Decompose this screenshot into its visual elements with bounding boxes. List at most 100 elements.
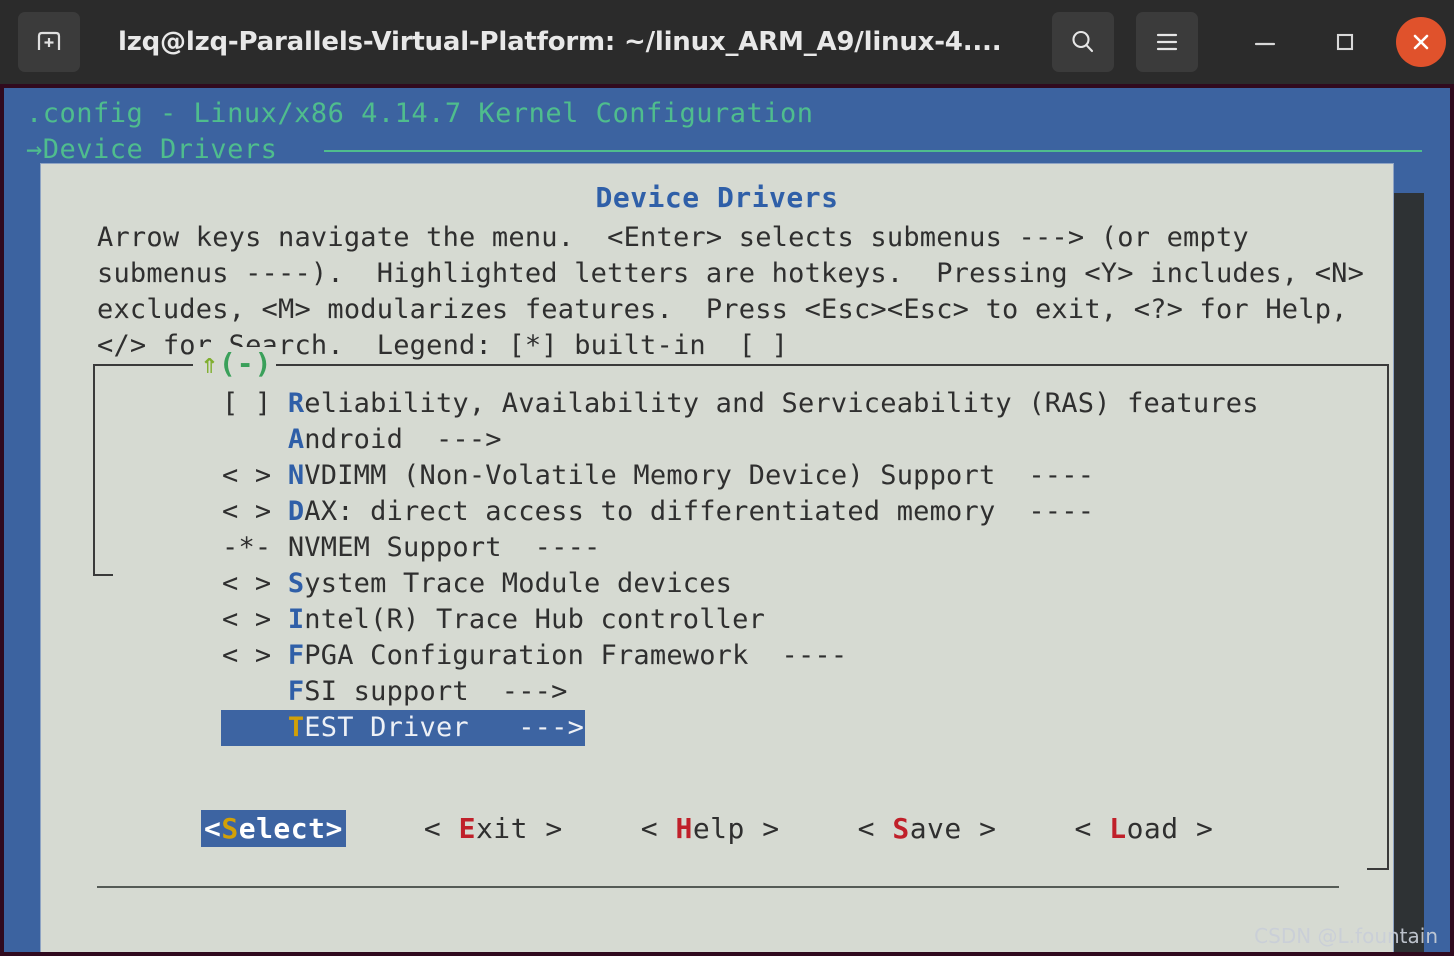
window-title: lzq@lzq-Parallels-Virtual-Platform: ~/li… [118, 27, 1002, 57]
terminal-window: lzq@lzq-Parallels-Virtual-Platform: ~/li… [0, 0, 1454, 956]
scroll-up-arrow-icon: ⇑ [201, 347, 219, 380]
kernel-config-title: .config - Linux/x86 4.14.7 Kernel Config… [26, 98, 814, 129]
menu-list[interactable]: [ ] Reliability, Availability and Servic… [221, 386, 1260, 746]
menu-item[interactable]: -*- NVMEM Support ---- [221, 530, 601, 566]
dialog-bottom-rule [97, 886, 1339, 888]
menu-item-hotkey: I [287, 604, 305, 635]
button-label: ave [909, 812, 980, 845]
menu-item-hotkey: A [287, 424, 305, 455]
menu-item-state: -*- [222, 532, 288, 563]
dialog-button-save[interactable]: < Save > [858, 810, 997, 847]
menu-item-state [222, 712, 288, 743]
menu-item-label: VDIMM (Non-Volatile Memory Device) Suppo… [304, 460, 1095, 491]
menu-item-label: ystem Trace Module devices [304, 568, 733, 599]
menu-item-label: PGA Configuration Framework ---- [304, 640, 848, 671]
menu-item-state: < > [222, 640, 288, 671]
button-bracket-close: > [762, 812, 780, 845]
new-tab-icon [37, 31, 61, 50]
button-bracket-close: > [979, 812, 997, 845]
close-button-circle [1396, 17, 1446, 67]
dialog-button-help[interactable]: < Help > [641, 810, 780, 847]
hamburger-menu-icon [1156, 33, 1178, 51]
search-icon [1072, 30, 1094, 53]
menu-item-label: ndroid ---> [304, 424, 502, 455]
menu-item-state [222, 424, 288, 455]
dialog-button-select[interactable]: <Select> [201, 810, 346, 847]
frame-border-right [1387, 364, 1389, 870]
window-titlebar: lzq@lzq-Parallels-Virtual-Platform: ~/li… [0, 0, 1454, 84]
minimize-icon [1254, 42, 1276, 46]
menu-item[interactable]: [ ] Reliability, Availability and Servic… [221, 386, 1260, 422]
button-bracket-open: < [640, 812, 676, 845]
menu-item-state: < > [222, 496, 288, 527]
button-hotkey: S [892, 812, 910, 845]
frame-border-right-top [1367, 364, 1389, 366]
button-hotkey: E [458, 812, 476, 845]
menu-item-label: NVMEM Support ---- [287, 532, 601, 563]
terminal-content[interactable]: .config - Linux/x86 4.14.7 Kernel Config… [4, 88, 1450, 952]
menu-item[interactable]: FSI support ---> [221, 674, 569, 710]
button-hotkey: H [675, 812, 693, 845]
menu-item-state: [ ] [222, 388, 288, 419]
menu-item-hotkey: F [287, 676, 305, 707]
search-button[interactable] [1052, 12, 1114, 72]
menu-item-state: < > [222, 460, 288, 491]
new-tab-button[interactable] [18, 12, 80, 72]
button-label: elp [692, 812, 763, 845]
kernel-config-dialog: Device Drivers Arrow keys navigate the m… [40, 163, 1394, 952]
menu-item-hotkey: D [287, 496, 305, 527]
dialog-help-text: Arrow keys navigate the menu. <Enter> se… [97, 222, 1381, 361]
breadcrumb: →Device Drivers [26, 134, 278, 165]
frame-border-left-bottom [93, 574, 113, 576]
button-label: oad [1126, 812, 1197, 845]
menu-item-label: EST Driver ---> [304, 712, 585, 743]
menu-item[interactable]: < > DAX: direct access to differentiated… [221, 494, 1095, 530]
dialog-button-load[interactable]: < Load > [1075, 810, 1214, 847]
menu-item-state: < > [222, 568, 288, 599]
frame-border-top-right [273, 364, 1389, 366]
menu-item-hotkey: N [287, 460, 305, 491]
menu-item-selected[interactable]: TEST Driver ---> [221, 710, 586, 746]
scroll-up-indicator-text: (-) [218, 347, 273, 380]
menu-item[interactable]: < > Intel(R) Trace Hub controller [221, 602, 766, 638]
frame-border-left [93, 364, 95, 576]
frame-border-top-left [93, 364, 193, 366]
button-bracket-close: > [545, 812, 563, 845]
dialog-title: Device Drivers [595, 181, 839, 214]
button-label: xit [475, 812, 546, 845]
button-bracket-open: < [857, 812, 893, 845]
dialog-button-exit[interactable]: < Exit > [424, 810, 563, 847]
minimize-button[interactable] [1236, 12, 1294, 72]
menu-item-hotkey: F [287, 640, 305, 671]
close-icon [1413, 34, 1429, 50]
watermark: CSDN @L.fountain [1254, 924, 1438, 948]
menu-item-state [222, 676, 288, 707]
menu-item[interactable]: Android ---> [221, 422, 503, 458]
menu-item-hotkey: R [287, 388, 305, 419]
button-label: elect [238, 812, 326, 845]
menu-item[interactable]: < > System Trace Module devices [221, 566, 733, 602]
menu-item-label: AX: direct access to differentiated memo… [304, 496, 1095, 527]
button-hotkey: S [221, 812, 239, 845]
menu-item-label: ntel(R) Trace Hub controller [304, 604, 766, 635]
menu-item-hotkey: T [287, 712, 305, 743]
menu-item[interactable]: < > FPGA Configuration Framework ---- [221, 638, 848, 674]
menu-item-label: eliability, Availability and Serviceabil… [304, 388, 1259, 419]
hamburger-menu-button[interactable] [1136, 12, 1198, 72]
button-bracket-open: < [1074, 812, 1110, 845]
close-button[interactable] [1396, 17, 1446, 67]
menu-item-hotkey: S [287, 568, 305, 599]
dialog-button-row[interactable]: <Select> < Exit > < Help > < Save > < Load > [201, 810, 1213, 847]
maximize-icon [1336, 33, 1354, 51]
menu-item-label: SI support ---> [304, 676, 568, 707]
button-bracket-close: > [1196, 812, 1214, 845]
menu-item-state: < > [222, 604, 288, 635]
menu-list-frame: ⇑(-) [ ] Reliability, Availability and S… [93, 347, 1389, 870]
menu-item[interactable]: < > NVDIMM (Non-Volatile Memory Device) … [221, 458, 1095, 494]
breadcrumb-rule [324, 150, 1422, 152]
maximize-button[interactable] [1316, 12, 1374, 72]
button-bracket-open: < [423, 812, 459, 845]
button-bracket-open: < [204, 812, 222, 845]
frame-border-right-bottom [1367, 868, 1389, 870]
button-bracket-close: > [325, 812, 343, 845]
